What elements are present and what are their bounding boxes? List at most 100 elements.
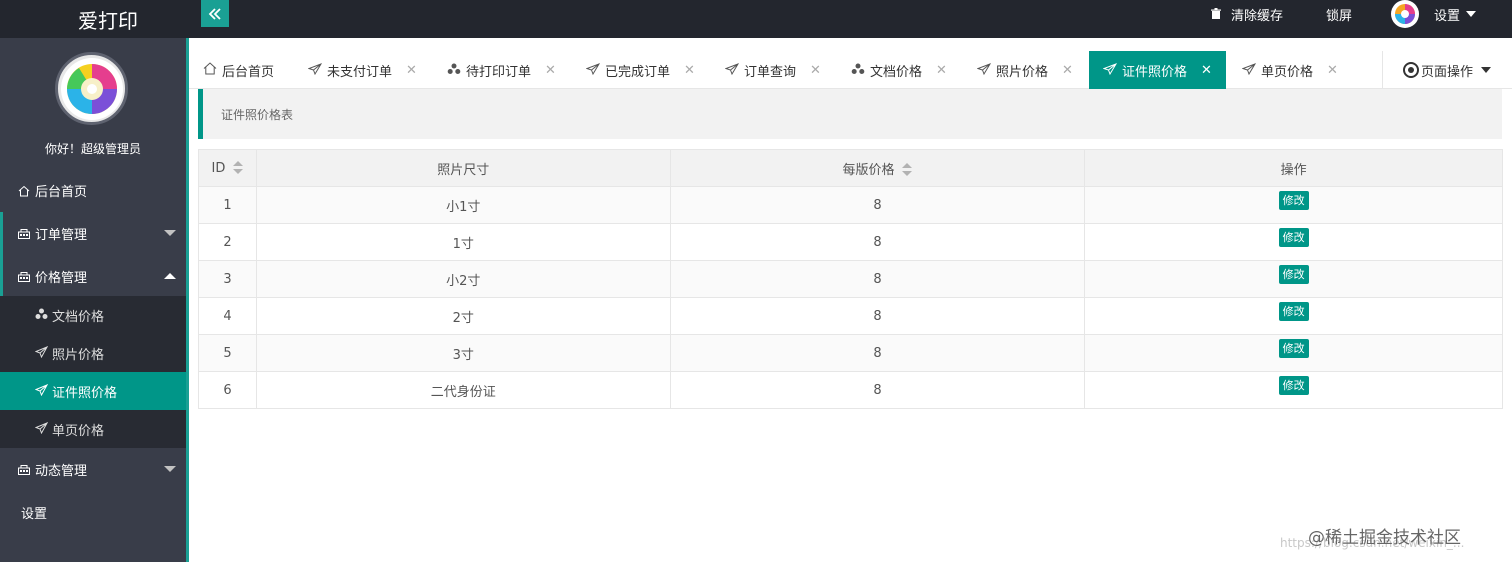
sidebar-item-label: 设置 [21,507,48,522]
chevron-down-icon [164,466,176,472]
cell-price: 8 [669,223,1086,261]
edit-button[interactable]: 修改 [1278,191,1309,210]
tab-label: 已完成订单 [605,64,671,80]
edit-button[interactable]: 修改 [1278,228,1309,247]
cell-size: 3寸 [255,334,671,372]
sidebar-item-pricing[interactable]: 价格管理 [0,255,186,298]
table-row: 5 3寸 8 修改 [198,334,1503,372]
close-icon[interactable]: ✕ [810,63,821,78]
app-logo-text: 爱打印 [78,8,138,33]
table-header-row: ID 照片尺寸 每版价格 操作 [198,149,1503,187]
section-title: 证件照价格表 [221,107,294,122]
column-header-id[interactable]: ID [198,149,257,187]
settings-menu[interactable]: 设置 [1434,0,1477,28]
sidebar-subitem-label: 单页价格 [52,423,105,439]
table-row: 4 2寸 8 修改 [198,297,1503,335]
tab-label: 未支付订单 [327,64,393,80]
page-operations-menu[interactable]: 页面操作 [1382,51,1512,89]
tab-document-price[interactable]: 文档价格 ✕ [851,51,947,89]
tab-completed-orders[interactable]: 已完成订单 ✕ [585,51,695,89]
table-row: 1 小1寸 8 修改 [198,186,1503,224]
sidebar-item-label: 动态管理 [35,464,88,479]
sort-icon[interactable] [233,161,244,175]
tab-unpaid-orders[interactable]: 未支付订单 ✕ [307,51,417,89]
paper-plane-icon [1241,62,1257,78]
top-avatar[interactable] [1391,0,1419,28]
cell-actions: 修改 [1084,297,1503,335]
table-row: 6 二代身份证 8 修改 [198,371,1503,409]
tab-photo-price[interactable]: 照片价格 ✕ [976,51,1073,89]
tab-id-photo-price[interactable]: 证件照价格 ✕ [1089,51,1226,89]
cell-size: 小2寸 [255,260,671,298]
tab-label: 照片价格 [996,64,1049,80]
page-operations-label: 页面操作 [1421,64,1474,80]
cell-id: 4 [198,297,257,335]
close-icon[interactable]: ✕ [1327,63,1338,78]
clear-cache-button[interactable]: 清除缓存 [1210,0,1283,28]
close-icon[interactable]: ✕ [684,63,695,78]
edit-button[interactable]: 修改 [1278,339,1309,358]
settings-label: 设置 [1434,8,1461,24]
sidebar-subitem-document-price[interactable]: 文档价格 [0,296,186,334]
edit-button[interactable]: 修改 [1278,302,1309,321]
sidebar-item-dashboard[interactable]: 后台首页 [0,169,186,212]
close-icon[interactable]: ✕ [406,63,417,78]
tab-label: 证件照价格 [1122,64,1188,80]
sidebar-item-news[interactable]: 动态管理 [0,448,186,491]
close-icon[interactable]: ✕ [1062,63,1073,78]
close-icon[interactable]: ✕ [1201,63,1212,78]
paper-plane-icon [585,62,601,78]
cell-size: 2寸 [255,297,671,335]
cell-size: 小1寸 [255,186,671,224]
tab-label: 文档价格 [870,64,923,80]
tab-pending-print-orders[interactable]: 待打印订单 ✕ [447,51,556,89]
tab-dashboard[interactable]: 后台首页 [203,51,274,89]
sidebar-subitem-id-photo-price[interactable]: 证件照价格 [0,372,186,410]
tab-label: 单页价格 [1261,64,1314,80]
close-icon[interactable]: ✕ [545,63,556,78]
clear-cache-label: 清除缓存 [1231,8,1284,24]
sidebar-subitem-single-page-price[interactable]: 单页价格 [0,410,186,448]
trash-icon [1211,8,1221,19]
building-icon [17,464,31,475]
sidebar-subitem-photo-price[interactable]: 照片价格 [0,334,186,372]
edit-button[interactable]: 修改 [1278,376,1309,395]
tab-order-query[interactable]: 订单查询 ✕ [724,51,821,89]
tab-label: 后台首页 [222,64,275,80]
section-header: 证件照价格表 [198,89,1502,139]
sort-icon[interactable] [902,163,913,177]
cell-actions: 修改 [1084,371,1503,409]
cell-price: 8 [669,186,1086,224]
sidebar-subitem-label: 证件照价格 [52,385,118,401]
lock-screen-button[interactable]: 锁屏 [1326,0,1352,28]
cell-id: 6 [198,371,257,409]
user-avatar [55,52,128,125]
tab-label: 订单查询 [744,64,797,80]
table-row: 3 小2寸 8 修改 [198,260,1503,298]
cell-id: 1 [198,186,257,224]
close-icon[interactable]: ✕ [936,63,947,78]
sidebar-item-orders[interactable]: 订单管理 [0,212,186,255]
building-icon [17,228,31,239]
collapse-sidebar-button[interactable] [201,0,229,27]
column-header-actions: 操作 [1084,149,1503,187]
cell-actions: 修改 [1084,334,1503,372]
cell-price: 8 [669,334,1086,372]
cell-id: 2 [198,223,257,261]
top-bar: 爱打印 清除缓存 锁屏 设置 [0,0,1512,38]
cell-price: 8 [669,371,1086,409]
user-greeting: 你好！超级管理员 [44,142,141,156]
sidebar-accent-edge [186,38,189,562]
avatar-swirl-icon [66,63,117,114]
cluster-icon [851,63,865,78]
cell-size: 1寸 [255,223,671,261]
column-header-photo-size: 照片尺寸 [255,149,671,187]
edit-button[interactable]: 修改 [1278,265,1309,284]
sidebar-item-label: 订单管理 [35,228,88,243]
column-header-price[interactable]: 每版价格 [669,149,1086,187]
cell-id: 5 [198,334,257,372]
tab-single-page-price[interactable]: 单页价格 ✕ [1241,51,1338,89]
radio-dot-icon [1403,62,1419,78]
paper-plane-icon [34,421,49,437]
sidebar-item-settings[interactable]: 设置 [0,491,186,534]
